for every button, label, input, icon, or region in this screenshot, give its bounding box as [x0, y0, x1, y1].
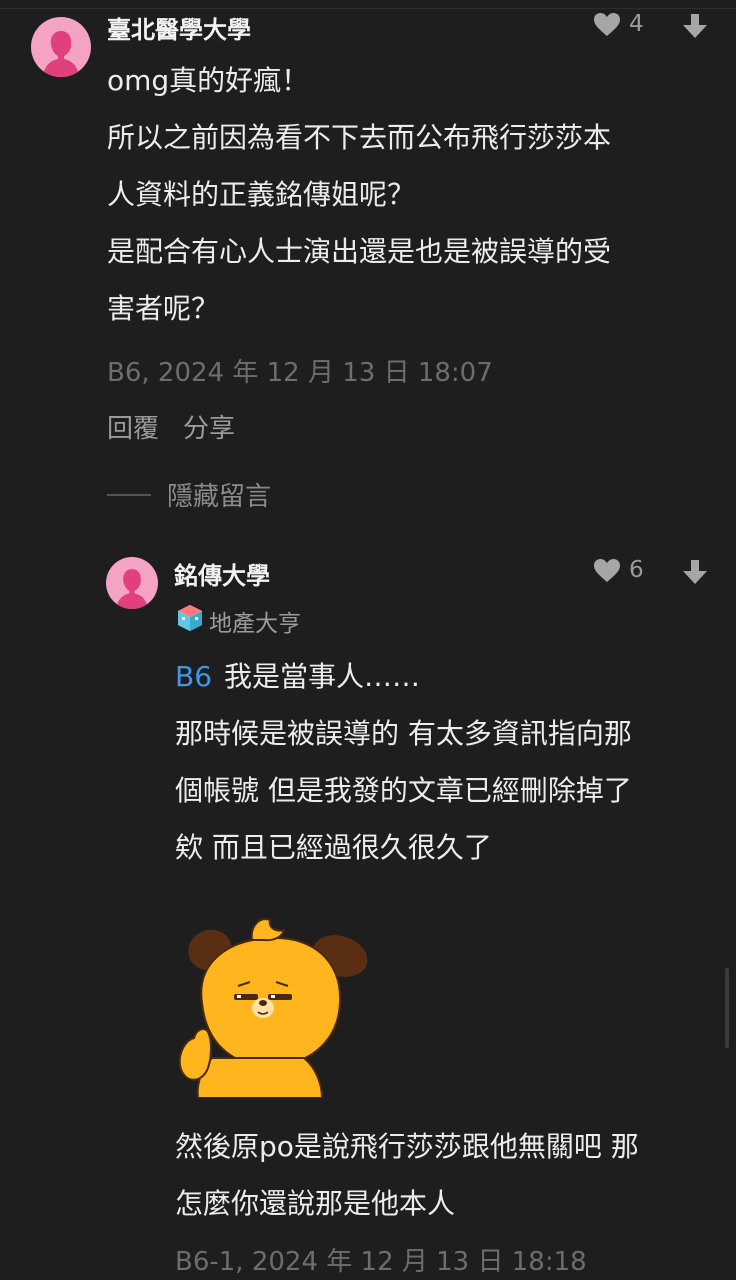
reply-like-count: 6	[629, 557, 644, 583]
reply-author-name[interactable]: 銘傳大學	[174, 556, 270, 591]
badge-icon	[175, 603, 205, 639]
hide-replies-label: 隱藏留言	[167, 482, 272, 512]
reply-line: 欸 而且已經過很久很久了	[175, 831, 492, 864]
comment-line: 害者呢？	[107, 292, 220, 325]
avatar[interactable]	[31, 17, 91, 77]
reply-body-continued: 然後原po是說飛行莎莎跟他無關吧 那 怎麼你還說那是他本人	[175, 1118, 639, 1232]
reply-first-line: 我是當事人……	[224, 660, 421, 693]
reply-line: 怎麼你還說那是他本人	[175, 1187, 456, 1220]
reply-reference-link[interactable]: B6	[175, 660, 212, 693]
hide-replies-button[interactable]: 隱藏留言	[107, 476, 271, 513]
downvote-icon[interactable]	[682, 559, 708, 585]
downvote-icon[interactable]	[682, 13, 708, 39]
comment-line: 人資料的正義銘傳姐呢？	[107, 178, 416, 211]
comment-body: omg真的好瘋！ 所以之前因為看不下去而公布飛行莎莎本 人資料的正義銘傳姐呢？ …	[107, 52, 611, 337]
user-badge: 地產大亨	[175, 603, 301, 639]
comment-meta: B6, 2024 年 12 月 13 日 18:07	[107, 358, 493, 388]
avatar-silhouette-icon	[116, 569, 148, 609]
reply-body: B6 我是當事人…… 那時候是被誤導的 有太多資訊指向那 個帳號 但是我發的文章已…	[175, 648, 632, 876]
like-count: 4	[629, 11, 644, 37]
reply-avatar[interactable]	[106, 557, 158, 609]
reply-line: 個帳號 但是我發的文章已經刪除掉了	[175, 774, 632, 807]
reply-like-button[interactable]: 6	[593, 557, 644, 583]
author-name[interactable]: 臺北醫學大學	[107, 10, 251, 45]
heart-icon	[593, 558, 621, 583]
reply-line: 然後原po是說飛行莎莎跟他無關吧 那	[175, 1130, 639, 1163]
avatar-silhouette-icon	[43, 31, 79, 77]
heart-icon	[593, 12, 621, 37]
comment-line: 是配合有心人士演出還是也是被誤導的受	[107, 235, 612, 268]
reply-line: 那時候是被誤導的 有太多資訊指向那	[175, 717, 632, 750]
comment-line: omg真的好瘋！	[107, 64, 310, 97]
comment-line: 所以之前因為看不下去而公布飛行莎莎本	[107, 121, 612, 154]
dash-divider	[107, 493, 151, 496]
like-button[interactable]: 4	[593, 11, 644, 37]
comment-actions: 回覆 分享	[107, 408, 235, 445]
scrollbar[interactable]	[725, 968, 729, 1048]
reply-button[interactable]: 回覆	[107, 408, 159, 445]
badge-label: 地產大亨	[209, 611, 301, 637]
divider	[0, 8, 736, 9]
share-button[interactable]: 分享	[183, 408, 235, 445]
reply-meta: B6-1, 2024 年 12 月 13 日 18:18	[175, 1247, 587, 1277]
dog-sticker	[172, 908, 372, 1099]
reply-line: B6 我是當事人……	[175, 648, 632, 705]
